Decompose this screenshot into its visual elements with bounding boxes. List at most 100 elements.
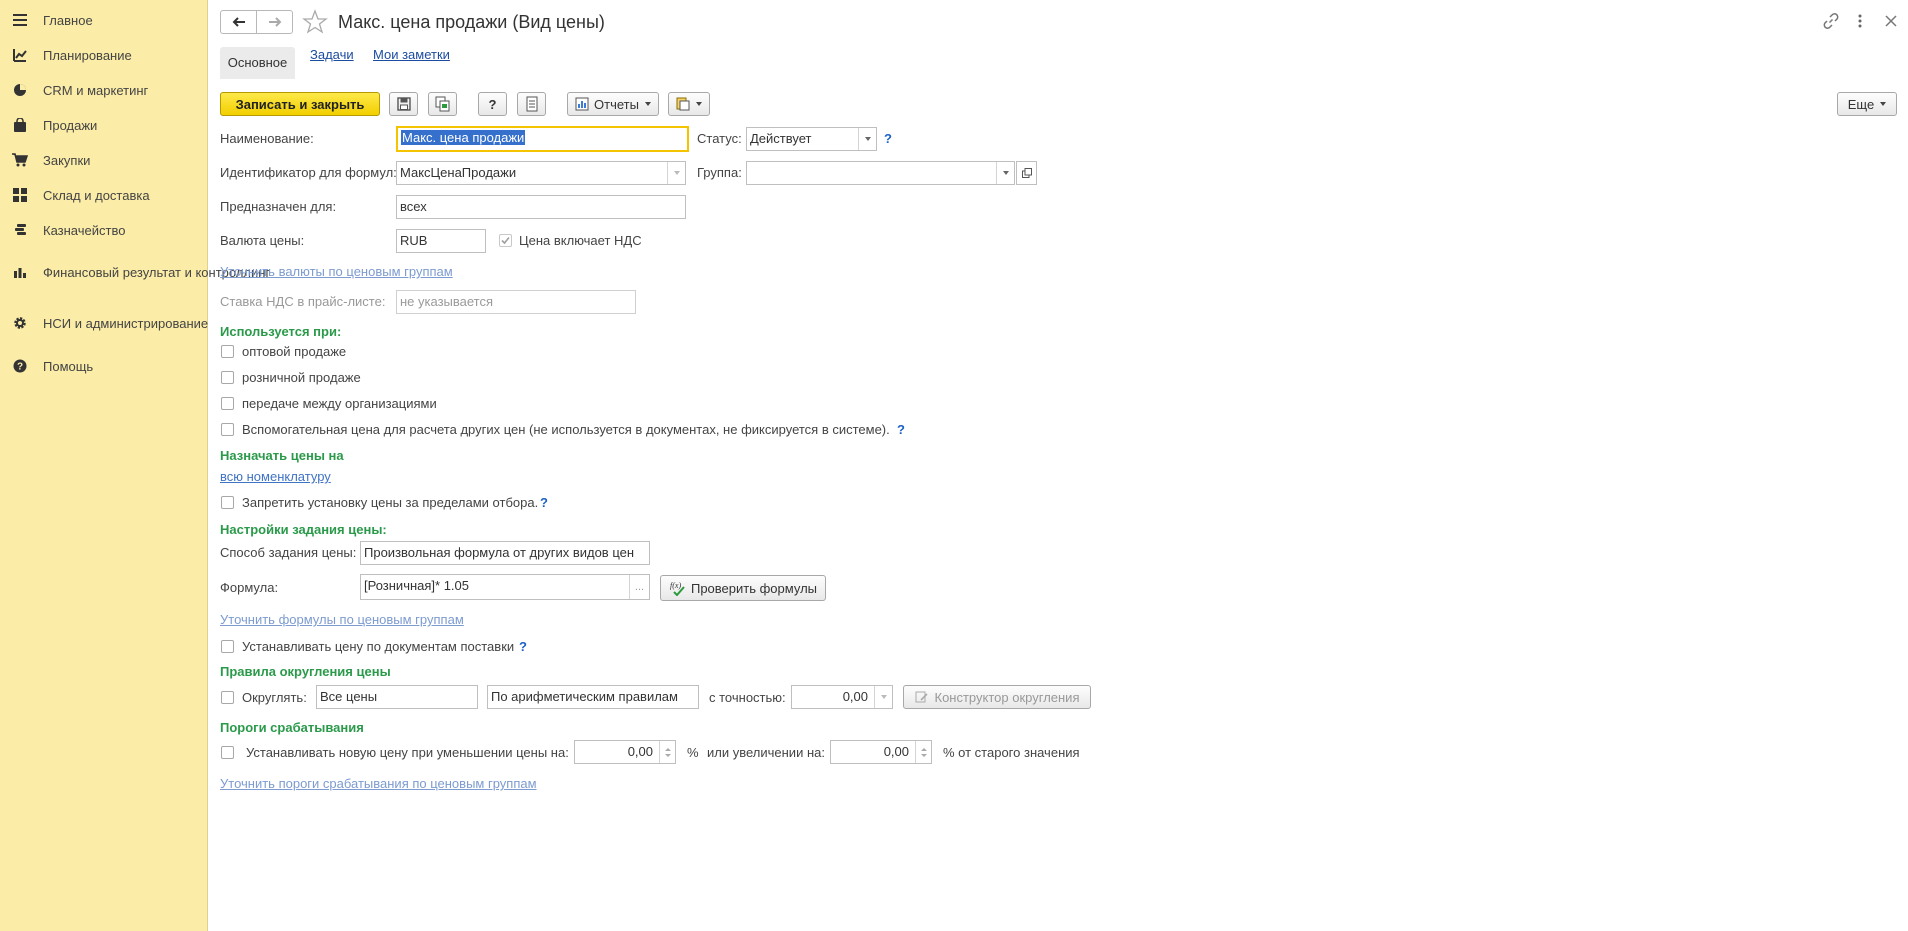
wholesale-checkbox[interactable] <box>221 345 234 358</box>
forbid-checkbox[interactable] <box>221 496 234 509</box>
currency-input[interactable]: RUB <box>396 229 486 253</box>
svg-text:?: ? <box>17 362 23 373</box>
cart-icon <box>12 152 28 168</box>
forbid-help-icon[interactable]: ? <box>540 495 548 511</box>
svg-text:f(x): f(x) <box>670 581 681 590</box>
favorite-star-icon[interactable] <box>302 9 328 35</box>
save-button[interactable] <box>389 92 418 116</box>
chevron-down-icon <box>1880 102 1887 106</box>
tab-main[interactable]: Основное <box>220 47 295 79</box>
tab-notes[interactable]: Мои заметки <box>373 47 450 79</box>
back-button[interactable] <box>221 11 257 33</box>
arrow-right-icon <box>268 17 281 27</box>
round-method-input[interactable]: По арифметическим правилам <box>487 685 699 709</box>
sidebar-item-label: CRM и маркетинг <box>43 82 149 98</box>
by-supply-checkbox[interactable] <box>221 640 234 653</box>
arrow-left-icon <box>232 17 245 27</box>
aux-help-icon[interactable]: ? <box>897 422 905 438</box>
open-group-button[interactable] <box>1016 161 1037 185</box>
round-constructor-button[interactable]: Конструктор округления <box>903 685 1091 709</box>
formula-groups-link[interactable]: Уточнить формулы по ценовым группам <box>220 612 464 628</box>
post-button[interactable] <box>428 92 457 116</box>
round-scope-input[interactable]: Все цены <box>316 685 478 709</box>
rounding-title: Правила округления цены <box>220 664 391 679</box>
sidebar-item-main[interactable]: Главное <box>0 11 207 29</box>
precision-select[interactable]: 0,00 <box>791 685 893 709</box>
sidebar: Главное Планирование CRM и маркетинг Про… <box>0 0 270 931</box>
method-input[interactable]: Произвольная формула от других видов цен <box>360 541 650 565</box>
currency-value: RUB <box>400 233 428 248</box>
spinner-icon[interactable] <box>915 741 931 763</box>
help-button[interactable]: ? <box>478 92 507 116</box>
wholesale-label: оптовой продаже <box>242 344 347 359</box>
currency-groups-link[interactable]: Уточнить валюты по ценовым группам <box>220 264 453 280</box>
increase-label: или увеличении на: <box>707 745 825 760</box>
forward-button[interactable] <box>257 11 292 33</box>
status-help-icon[interactable]: ? <box>884 131 892 147</box>
round-checkbox[interactable] <box>221 691 234 704</box>
chevron-down-icon[interactable] <box>667 162 685 184</box>
name-input[interactable]: Макс. цена продажи <box>396 126 689 152</box>
sidebar-item-purchases[interactable]: Закупки <box>0 151 207 169</box>
status-select[interactable]: Действует <box>746 127 877 151</box>
threshold-groups-link[interactable]: Уточнить пороги срабатывания по ценовым … <box>220 776 537 792</box>
vat-included-checkbox[interactable] <box>499 234 512 247</box>
increase-input[interactable]: 0,00 <box>830 740 932 764</box>
shopping-bag-icon <box>12 117 28 133</box>
sidebar-item-help[interactable]: ? Помощь <box>0 357 207 375</box>
tab-tasks[interactable]: Задачи <box>310 47 354 79</box>
formula-id-input[interactable]: МаксЦенаПродажи <box>396 161 686 185</box>
history-nav <box>220 10 293 34</box>
sidebar-item-label: Продажи <box>43 117 98 133</box>
reports-label: Отчеты <box>594 96 639 112</box>
chevron-down-icon[interactable] <box>858 128 876 150</box>
sidebar-item-label: Казначейство <box>43 222 126 238</box>
chevron-down-icon <box>644 102 651 106</box>
more-button[interactable]: Еще <box>1837 92 1897 116</box>
sidebar-item-nsi[interactable]: НСИ и администрирование <box>0 307 209 339</box>
round-method-value: По арифметическим правилам <box>491 689 678 704</box>
sidebar-item-planning[interactable]: Планирование <box>0 46 207 64</box>
constructor-icon <box>915 691 928 703</box>
percent-label: % <box>687 745 699 760</box>
chevron-down-icon[interactable] <box>996 162 1014 184</box>
aux-price-checkbox[interactable] <box>221 423 234 436</box>
ellipsis-button[interactable]: ... <box>629 575 649 599</box>
checkmark-icon <box>501 236 510 245</box>
kebab-menu-icon[interactable] <box>1849 10 1871 32</box>
intended-input[interactable]: всех <box>396 195 686 219</box>
from-old-label: % от старого значения <box>943 745 1080 760</box>
sidebar-item-warehouse[interactable]: Склад и доставка <box>0 186 207 204</box>
document-icon <box>526 96 537 112</box>
sidebar-item-label: НСИ и администрирование <box>43 315 209 331</box>
formula-label: Формула: <box>220 580 279 595</box>
interorg-checkbox[interactable] <box>221 397 234 410</box>
help-icon: ? <box>12 358 28 374</box>
assign-link[interactable]: всю номенклатуру <box>220 469 331 485</box>
precision-value: 0,00 <box>842 689 868 704</box>
warehouse-icon <box>12 187 28 203</box>
threshold-checkbox[interactable] <box>221 746 234 759</box>
sidebar-item-sales[interactable]: Продажи <box>0 116 207 134</box>
decrease-input[interactable]: 0,00 <box>574 740 676 764</box>
sidebar-item-finance[interactable]: Финансовый результат и контроллинг <box>0 256 270 288</box>
reports-button[interactable]: Отчеты <box>567 92 659 116</box>
close-icon[interactable] <box>1880 10 1902 32</box>
by-supply-label: Устанавливать цену по документам поставк… <box>242 639 515 654</box>
check-formulas-button[interactable]: f(x) Проверить формулы <box>660 575 826 601</box>
sidebar-item-crm[interactable]: CRM и маркетинг <box>0 81 207 99</box>
print-menu-button[interactable] <box>668 92 710 116</box>
assign-title: Назначать цены на <box>220 448 344 463</box>
vat-rate-input[interactable]: не указывается <box>396 290 636 314</box>
by-supply-help-icon[interactable]: ? <box>519 639 527 655</box>
sidebar-item-treasury[interactable]: Казначейство <box>0 221 207 239</box>
link-icon[interactable] <box>1820 10 1842 32</box>
save-close-button[interactable]: Записать и закрыть <box>220 92 380 116</box>
group-select[interactable] <box>746 161 1015 185</box>
chevron-down-icon[interactable] <box>874 686 892 708</box>
document-button[interactable] <box>517 92 546 116</box>
intended-label: Предназначен для: <box>220 199 337 214</box>
formula-input[interactable]: [Розничная]* 1.05 ... <box>360 574 650 600</box>
spinner-icon[interactable] <box>659 741 675 763</box>
retail-checkbox[interactable] <box>221 371 234 384</box>
